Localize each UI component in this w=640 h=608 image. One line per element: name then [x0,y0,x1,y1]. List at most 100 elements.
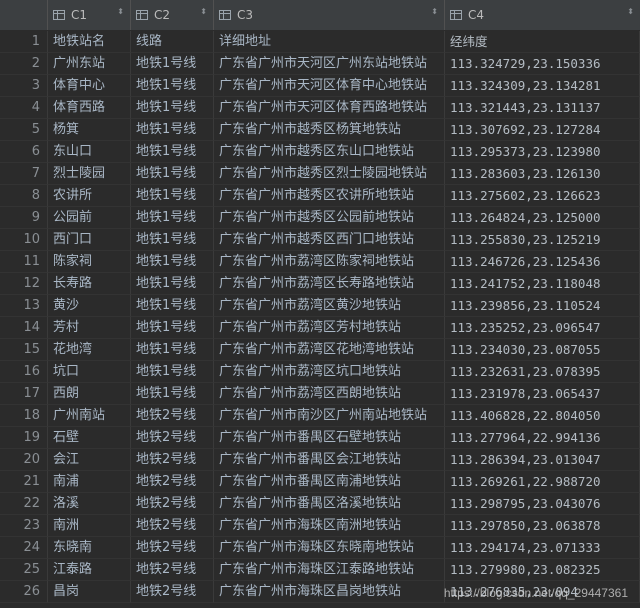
cell-c3[interactable]: 广东省广州市荔湾区黄沙地铁站 [214,295,445,317]
cell-c4[interactable]: 113.241752,23.118048 [445,273,640,295]
cell-c1[interactable]: 陈家祠 [48,251,131,273]
cell-c2[interactable]: 地铁1号线 [131,295,214,317]
cell-c3[interactable]: 广东省广州市荔湾区陈家祠地铁站 [214,251,445,273]
table-row[interactable]: 16 坑口 地铁1号线 广东省广州市荔湾区坑口地铁站 113.232631,23.078… [0,361,640,383]
table-row[interactable]: 8 农讲所 地铁1号线 广东省广州市越秀区农讲所地铁站 113.275602,23.12… [0,185,640,207]
cell-c1[interactable]: 农讲所 [48,185,131,207]
table-row[interactable]: 5 杨箕 地铁1号线 广东省广州市越秀区杨箕地铁站 113.307692,23.1272… [0,119,640,141]
table-row[interactable]: 15 花地湾 地铁1号线 广东省广州市荔湾区花地湾地铁站 113.234030,23.0… [0,339,640,361]
column-header-c4[interactable]: C4 ⬍ [445,0,640,30]
column-header-c3[interactable]: C3 ⬍ [214,0,445,30]
cell-c1[interactable]: 西朗 [48,383,131,405]
cell-c2[interactable]: 地铁1号线 [131,53,214,75]
cell-c2[interactable]: 地铁2号线 [131,537,214,559]
cell-c2[interactable]: 地铁2号线 [131,493,214,515]
cell-c4[interactable]: 113.246726,23.125436 [445,251,640,273]
cell-c2[interactable]: 地铁2号线 [131,515,214,537]
sort-icon[interactable]: ⬍ [117,8,124,16]
cell-c4[interactable]: 113.234030,23.087055 [445,339,640,361]
cell-c1[interactable]: 花地湾 [48,339,131,361]
sort-icon[interactable]: ⬍ [627,8,634,16]
table-row[interactable]: 17 西朗 地铁1号线 广东省广州市荔湾区西朗地铁站 113.231978,23.065… [0,383,640,405]
cell-c2[interactable]: 地铁2号线 [131,559,214,581]
cell-c1[interactable]: 南洲 [48,515,131,537]
cell-c3[interactable]: 广东省广州市番禺区南浦地铁站 [214,471,445,493]
cell-c4[interactable]: 113.279980,23.082325 [445,559,640,581]
cell-c4[interactable]: 113.295373,23.123980 [445,141,640,163]
cell-c1[interactable]: 长寿路 [48,273,131,295]
table-row[interactable]: 3 体育中心 地铁1号线 广东省广州市天河区体育中心地铁站 113.324309,23.… [0,75,640,97]
cell-c1[interactable]: 地铁站名 [48,31,131,53]
sort-icon[interactable]: ⬍ [431,8,438,16]
cell-c3[interactable]: 广东省广州市天河区体育西路地铁站 [214,97,445,119]
cell-c4[interactable]: 113.307692,23.127284 [445,119,640,141]
cell-c3[interactable]: 广东省广州市荔湾区长寿路地铁站 [214,273,445,295]
cell-c2[interactable]: 地铁2号线 [131,449,214,471]
cell-c1[interactable]: 西门口 [48,229,131,251]
cell-c2[interactable]: 地铁1号线 [131,383,214,405]
cell-c3[interactable]: 广东省广州市越秀区西门口地铁站 [214,229,445,251]
cell-c3[interactable]: 广东省广州市荔湾区坑口地铁站 [214,361,445,383]
table-row[interactable]: 11 陈家祠 地铁1号线 广东省广州市荔湾区陈家祠地铁站 113.246726,23.1… [0,251,640,273]
cell-c3[interactable]: 广东省广州市南沙区广州南站地铁站 [214,405,445,427]
cell-c1[interactable]: 芳村 [48,317,131,339]
cell-c2[interactable]: 地铁1号线 [131,185,214,207]
table-row[interactable]: 14 芳村 地铁1号线 广东省广州市荔湾区芳村地铁站 113.235252,23.096… [0,317,640,339]
table-row[interactable]: 13 黄沙 地铁1号线 广东省广州市荔湾区黄沙地铁站 113.239856,23.110… [0,295,640,317]
cell-c4[interactable]: 113.275602,23.126623 [445,185,640,207]
cell-c3[interactable]: 广东省广州市海珠区南洲地铁站 [214,515,445,537]
table-row[interactable]: 19 石壁 地铁2号线 广东省广州市番禺区石壁地铁站 113.277964,22.994… [0,427,640,449]
cell-c1[interactable]: 石壁 [48,427,131,449]
cell-c1[interactable]: 昌岗 [48,581,131,603]
cell-c3[interactable]: 广东省广州市番禺区石壁地铁站 [214,427,445,449]
cell-c1[interactable]: 坑口 [48,361,131,383]
table-row[interactable]: 18 广州南站 地铁2号线 广东省广州市南沙区广州南站地铁站 113.406828,22… [0,405,640,427]
cell-c4[interactable]: 113.294174,23.071333 [445,537,640,559]
cell-c4[interactable]: 113.276835,23.094 [445,581,640,603]
cell-c2[interactable]: 地铁1号线 [131,97,214,119]
column-header-c2[interactable]: C2 ⬍ [131,0,214,30]
cell-c3[interactable]: 广东省广州市天河区广州东站地铁站 [214,53,445,75]
cell-c2[interactable]: 地铁2号线 [131,427,214,449]
cell-c3[interactable]: 广东省广州市越秀区公园前地铁站 [214,207,445,229]
cell-c2[interactable]: 地铁1号线 [131,273,214,295]
cell-c3[interactable]: 广东省广州市荔湾区芳村地铁站 [214,317,445,339]
cell-c4[interactable]: 经纬度 [445,31,640,53]
table-row[interactable]: 2 广州东站 地铁1号线 广东省广州市天河区广州东站地铁站 113.324729,23.… [0,53,640,75]
cell-c1[interactable]: 广州东站 [48,53,131,75]
table-row[interactable]: 22 洛溪 地铁2号线 广东省广州市番禺区洛溪地铁站 113.298795,23.043… [0,493,640,515]
cell-c4[interactable]: 113.297850,23.063878 [445,515,640,537]
cell-c1[interactable]: 会江 [48,449,131,471]
cell-c3[interactable]: 广东省广州市番禺区洛溪地铁站 [214,493,445,515]
cell-c2[interactable]: 地铁1号线 [131,317,214,339]
cell-c2[interactable]: 线路 [131,31,214,53]
table-row[interactable]: 23 南洲 地铁2号线 广东省广州市海珠区南洲地铁站 113.297850,23.063… [0,515,640,537]
table-row[interactable]: 12 长寿路 地铁1号线 广东省广州市荔湾区长寿路地铁站 113.241752,23.1… [0,273,640,295]
cell-c2[interactable]: 地铁1号线 [131,361,214,383]
column-header-c1[interactable]: C1 ⬍ [48,0,131,30]
cell-c2[interactable]: 地铁2号线 [131,581,214,603]
cell-c1[interactable]: 江泰路 [48,559,131,581]
cell-c2[interactable]: 地铁2号线 [131,471,214,493]
cell-c4[interactable]: 113.298795,23.043076 [445,493,640,515]
table-row[interactable]: 9 公园前 地铁1号线 广东省广州市越秀区公园前地铁站 113.264824,23.12… [0,207,640,229]
cell-c1[interactable]: 广州南站 [48,405,131,427]
cell-c4[interactable]: 113.283603,23.126130 [445,163,640,185]
cell-c3[interactable]: 广东省广州市海珠区东晓南地铁站 [214,537,445,559]
cell-c4[interactable]: 113.277964,22.994136 [445,427,640,449]
cell-c2[interactable]: 地铁1号线 [131,251,214,273]
cell-c3[interactable]: 详细地址 [214,31,445,53]
cell-c2[interactable]: 地铁1号线 [131,75,214,97]
cell-c2[interactable]: 地铁1号线 [131,141,214,163]
cell-c4[interactable]: 113.231978,23.065437 [445,383,640,405]
cell-c4[interactable]: 113.269261,22.988720 [445,471,640,493]
cell-c3[interactable]: 广东省广州市海珠区昌岗地铁站 [214,581,445,603]
table-row[interactable]: 1 地铁站名 线路 详细地址 经纬度 [0,31,640,53]
cell-c1[interactable]: 洛溪 [48,493,131,515]
table-row[interactable]: 20 会江 地铁2号线 广东省广州市番禺区会江地铁站 113.286394,23.013… [0,449,640,471]
cell-c1[interactable]: 东山口 [48,141,131,163]
table-row[interactable]: 7 烈士陵园 地铁1号线 广东省广州市越秀区烈士陵园地铁站 113.283603,23.… [0,163,640,185]
cell-c1[interactable]: 黄沙 [48,295,131,317]
cell-c2[interactable]: 地铁1号线 [131,339,214,361]
cell-c4[interactable]: 113.255830,23.125219 [445,229,640,251]
